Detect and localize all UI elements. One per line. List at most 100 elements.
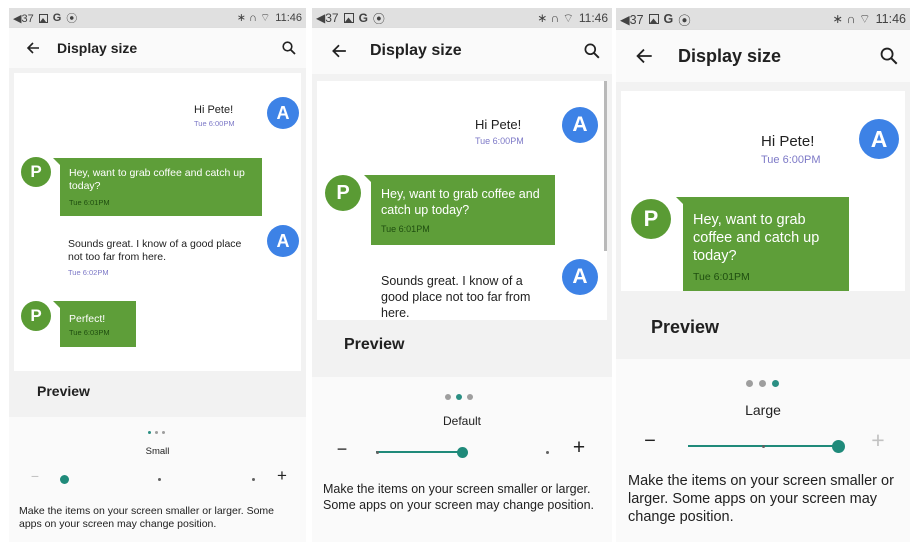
- bluetooth-headset-wifi-icons: ∗ ∩ ⌔: [537, 10, 574, 25]
- message-4: Perfect! Tue 6:03PM: [53, 301, 136, 347]
- page-dot-active: [456, 394, 462, 400]
- description-text: Make the items on your screen smaller or…: [19, 505, 275, 530]
- image-icon: [648, 14, 659, 24]
- message-text: Hi Pete!: [194, 104, 234, 116]
- message-text: Sounds great. I know of a good place not…: [381, 274, 531, 320]
- back-arrow-icon[interactable]: [19, 41, 47, 55]
- avatar-a: A: [267, 97, 299, 129]
- settings-content: Hi Pete! Tue 6:00PM A P Hey, want to gra…: [616, 82, 910, 542]
- page-indicator: [746, 380, 779, 387]
- back-arrow-icon[interactable]: [628, 47, 660, 65]
- slider-thumb[interactable]: [832, 440, 845, 453]
- back-arrow-icon[interactable]: [324, 43, 354, 59]
- size-control-area: Default − + Make the items on your scree…: [312, 377, 612, 542]
- page-dot: [746, 380, 753, 387]
- avatar-a: A: [562, 107, 598, 143]
- message-time: Tue 6:01PM: [693, 271, 750, 283]
- message-text: Sounds great. I know of a good place not…: [68, 238, 242, 263]
- size-slider[interactable]: [376, 447, 549, 458]
- increase-size-button[interactable]: +: [570, 437, 588, 458]
- preview-label: Preview: [37, 383, 90, 399]
- avatar-a: A: [562, 259, 598, 295]
- status-time: 11:46: [275, 12, 302, 24]
- message-2: Hey, want to grab coffee and catch up to…: [364, 175, 555, 245]
- message-text: Perfect!: [69, 313, 106, 325]
- message-time: Tue 6:01PM: [381, 224, 430, 234]
- message-2: Hey, want to grab coffee and catch up to…: [676, 197, 849, 291]
- message-1: Hi Pete! Tue 6:00PM: [194, 104, 235, 128]
- status-time: 11:46: [875, 12, 906, 26]
- decrease-size-button[interactable]: −: [28, 469, 42, 483]
- size-label: Default: [442, 414, 482, 428]
- status-time: 11:46: [578, 11, 608, 25]
- avatar-p: P: [631, 199, 671, 239]
- volume-icon: ◀37: [620, 12, 644, 27]
- avatar-a: A: [267, 225, 299, 257]
- preview-conversation: Hi Pete! Tue 6:00PM A P Hey, want to gra…: [317, 81, 607, 320]
- settings-content: Hi Pete! Tue 6:00PM A P Hey, want to gra…: [9, 68, 306, 542]
- google-icon: G: [52, 12, 62, 24]
- slider-thumb[interactable]: [60, 475, 69, 484]
- toolbar: Display size: [9, 28, 306, 68]
- slider-thumb[interactable]: [457, 447, 468, 458]
- preview-conversation: Hi Pete! Tue 6:00PM A P Hey, want to gra…: [14, 73, 301, 371]
- message-time: Tue 6:03PM: [69, 328, 110, 337]
- screen-large: ◀37 G ⦿ ∗ ∩ ⌔ 11:46 Display size Hi Pete…: [616, 8, 910, 542]
- message-time: Tue 6:02PM: [68, 268, 109, 277]
- message-text: Hey, want to grab coffee and catch up to…: [693, 212, 820, 264]
- message-time: Tue 6:00PM: [475, 136, 524, 146]
- message-text: Hi Pete!: [761, 133, 815, 150]
- avatar-p: P: [325, 175, 361, 211]
- message-time: Tue 6:01PM: [69, 198, 110, 207]
- toolbar: Display size: [312, 28, 612, 74]
- search-icon[interactable]: [282, 41, 296, 55]
- size-control-area: Large − + Make the items on your screen …: [616, 359, 910, 542]
- bluetooth-headset-wifi-icons: ∗ ∩ ⌔: [832, 12, 871, 26]
- bluetooth-headset-wifi-icons: ∗ ∩ ⌔: [236, 12, 271, 24]
- decrease-size-button[interactable]: −: [641, 431, 659, 451]
- settings-content: Hi Pete! Tue 6:00PM A P Hey, want to gra…: [312, 74, 612, 542]
- page-dot: [162, 431, 165, 434]
- preview-scrollbar[interactable]: [604, 81, 607, 251]
- screen-small: ◀37 G ⦿ ∗ ∩ ⌔ 11:46 Display size Hi Pete…: [9, 8, 306, 542]
- size-slider[interactable]: [60, 475, 255, 484]
- decrease-size-button[interactable]: −: [334, 440, 350, 458]
- at-icon: ⦿: [66, 13, 78, 25]
- size-label: Small: [145, 446, 170, 457]
- page-indicator: [148, 431, 165, 434]
- image-icon: [343, 13, 354, 23]
- size-control-area: Small − + Make the items on your screen …: [9, 417, 306, 542]
- volume-icon: ◀37: [13, 12, 34, 25]
- page-dot-active: [772, 380, 779, 387]
- size-slider[interactable]: [688, 440, 845, 453]
- avatar-p: P: [21, 301, 51, 331]
- slider-tick: [762, 445, 765, 448]
- slider-tick: [158, 478, 161, 481]
- image-icon: [38, 13, 48, 23]
- slider-track-line: [376, 451, 462, 453]
- message-time: Tue 6:00PM: [761, 154, 821, 166]
- status-bar: ◀37 G ⦿ ∗ ∩ ⌔ 11:46: [312, 8, 612, 28]
- increase-size-button[interactable]: +: [868, 429, 888, 452]
- message-3: Sounds great. I know of a good place not…: [68, 238, 243, 279]
- page-dot: [759, 380, 766, 387]
- at-icon: ⦿: [678, 13, 691, 28]
- page-dot: [467, 394, 473, 400]
- volume-icon: ◀37: [316, 11, 339, 25]
- size-label: Large: [745, 402, 781, 418]
- search-icon[interactable]: [880, 47, 898, 65]
- increase-size-button[interactable]: +: [274, 467, 290, 484]
- message-3: Sounds great. I know of a good place not…: [381, 273, 541, 320]
- message-text: Hi Pete!: [475, 117, 522, 132]
- google-icon: G: [358, 11, 368, 25]
- status-bar: ◀37 G ⦿ ∗ ∩ ⌔ 11:46: [9, 8, 306, 28]
- page-dot-active: [148, 431, 151, 434]
- description-text: Make the items on your screen smaller or…: [628, 473, 894, 525]
- preview-label: Preview: [651, 317, 720, 337]
- slider-tick: [546, 451, 549, 454]
- message-text: Hey, want to grab coffee and catch up to…: [69, 167, 245, 192]
- google-icon: G: [663, 12, 674, 26]
- status-bar: ◀37 G ⦿ ∗ ∩ ⌔ 11:46: [616, 8, 910, 30]
- slider-tick: [252, 478, 255, 481]
- search-icon[interactable]: [584, 43, 600, 59]
